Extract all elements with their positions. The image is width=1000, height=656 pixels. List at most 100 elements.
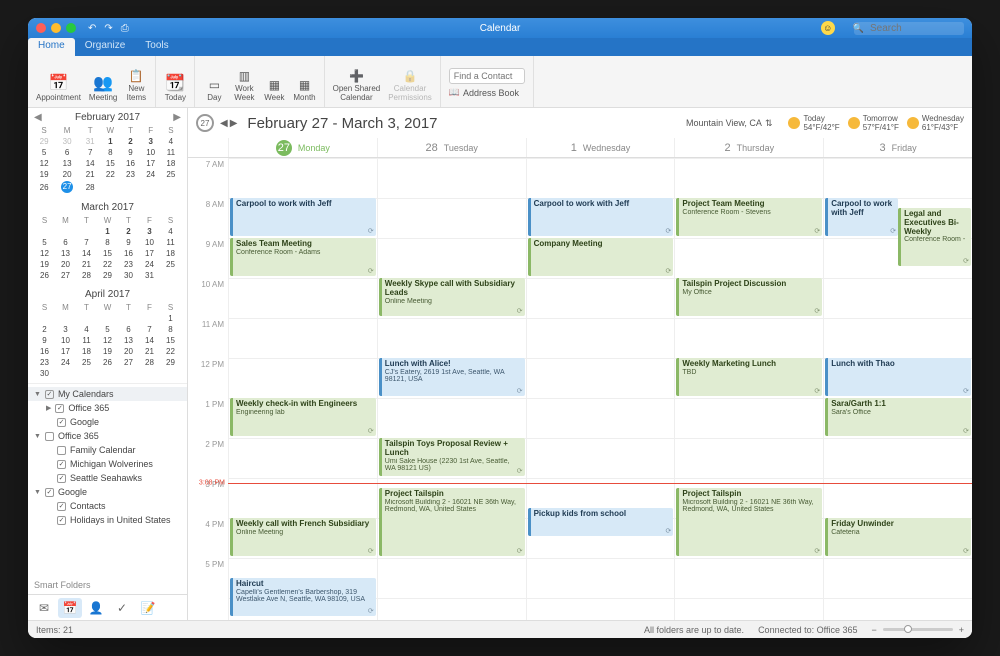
checkbox[interactable]: ✓ <box>55 404 64 413</box>
weather-strip: Today54°F/42°F Tomorrow57°F/41°F Wednesday… <box>788 114 964 132</box>
calendar-item[interactable]: ▶✓Office 365 <box>28 401 187 415</box>
mini-calendar[interactable]: April 2017SMTWTFS12345678910111213141516… <box>28 285 187 383</box>
search-input[interactable] <box>854 22 964 35</box>
calendar-event[interactable]: Carpool to work with Jeff⟳ <box>528 198 674 236</box>
minimize-window-button[interactable] <box>51 23 61 33</box>
calendar-event[interactable]: Project Team MeetingConference Room - St… <box>676 198 822 236</box>
weather-day[interactable]: Today54°F/42°F <box>788 114 839 132</box>
day-header[interactable]: 1Wednesday <box>526 138 675 157</box>
day-header[interactable]: 27Monday <box>228 138 377 157</box>
calendar-item[interactable]: ✓Holidays in United States <box>28 513 187 527</box>
day-column[interactable]: Project Team MeetingConference Room - St… <box>674 158 823 620</box>
weather-day[interactable]: Tomorrow57°F/41°F <box>848 114 899 132</box>
tab-home[interactable]: Home <box>28 38 75 56</box>
next-week-button[interactable]: ▶ <box>230 118 238 129</box>
next-month-button[interactable]: ▶ <box>173 112 181 123</box>
redo-icon[interactable]: ↷ <box>104 23 112 34</box>
calendar-event[interactable]: Weekly Marketing LunchTBD⟳ <box>676 358 822 396</box>
prev-month-button[interactable]: ◀ <box>34 112 42 123</box>
calendar-event[interactable]: Carpool to work with Jeff⟳ <box>230 198 376 236</box>
calendar-event[interactable]: Tailspin Project DiscussionMy Office⟳ <box>676 278 822 316</box>
day-header[interactable]: 3Friday <box>823 138 972 157</box>
calendar-item[interactable]: ✓Seattle Seahawks <box>28 471 187 485</box>
calendar-event[interactable]: Project TailspinMicrosoft Building 2 - 1… <box>379 488 525 556</box>
calendar-event[interactable]: Legal and Executives Bi-WeeklyConference… <box>898 208 971 266</box>
mail-nav-button[interactable]: ✉ <box>32 598 56 618</box>
calendar-item[interactable]: ✓Michigan Wolverines <box>28 457 187 471</box>
calendar-event[interactable]: Project TailspinMicrosoft Building 2 - 1… <box>676 488 822 556</box>
sync-status: All folders are up to date. <box>644 625 744 635</box>
ribbon-tabs: HomeOrganizeTools <box>28 38 972 56</box>
today-button[interactable]: 📆Today <box>160 73 190 105</box>
work-week-view-button[interactable]: ▥Work Week <box>229 68 259 105</box>
go-to-today-button[interactable]: 27 <box>196 114 214 132</box>
address-book-button[interactable]: 📖Address Book <box>449 86 519 99</box>
print-icon[interactable]: ⎙ <box>121 23 129 34</box>
tab-tools[interactable]: Tools <box>135 38 178 56</box>
calendar-event[interactable]: HaircutCapelli's Gentlemen's Barbershop,… <box>230 578 376 616</box>
calendar-event[interactable]: Pickup kids from school⟳ <box>528 508 674 536</box>
calendar-item[interactable]: Family Calendar <box>28 443 187 457</box>
month-view-button[interactable]: ▦Month <box>289 77 319 105</box>
people-nav-button[interactable]: 👤 <box>84 598 108 618</box>
day-header[interactable]: 28Tuesday <box>377 138 526 157</box>
checkbox[interactable]: ✓ <box>57 418 66 427</box>
calendar-group-header[interactable]: ▼✓My Calendars <box>28 387 187 401</box>
hour-label: 10 AM <box>188 278 224 318</box>
new-items-button[interactable]: 📋New Items <box>121 68 151 105</box>
feedback-smiley-icon[interactable]: ☺ <box>821 21 835 35</box>
day-column[interactable]: Carpool to work with Jeff⟳Sales Team Mee… <box>228 158 377 620</box>
calendar-group-header[interactable]: ▼Office 365 <box>28 429 187 443</box>
calendar-item[interactable]: ✓Google <box>28 415 187 429</box>
meeting-button[interactable]: 👥Meeting <box>85 73 121 105</box>
zoom-in-icon[interactable]: + <box>959 625 964 635</box>
day-column[interactable]: Weekly Skype call with Subsidiary LeadsO… <box>377 158 526 620</box>
checkbox[interactable] <box>45 432 54 441</box>
checkbox[interactable]: ✓ <box>45 488 54 497</box>
mini-calendar-title: March 2017 <box>81 202 134 213</box>
calendar-event[interactable]: Lunch with Thao⟳ <box>825 358 971 396</box>
calendar-event[interactable]: Weekly call with French SubsidiaryOnline… <box>230 518 376 556</box>
weather-day[interactable]: Wednesday61°F/43°F <box>907 114 964 132</box>
checkbox[interactable]: ✓ <box>57 516 66 525</box>
day-view-button[interactable]: ▭Day <box>199 77 229 105</box>
calendar-event[interactable]: Carpool to work with Jeff⟳ <box>825 198 898 236</box>
mini-calendar[interactable]: March 2017SMTWTFS12345678910111213141516… <box>28 198 187 285</box>
day-column[interactable]: Carpool to work with Jeff⟳Legal and Exec… <box>823 158 972 620</box>
calendar-item[interactable]: ✓Contacts <box>28 499 187 513</box>
calendar-grid[interactable]: 7 AM8 AM9 AM10 AM11 AM12 PM1 PM2 PM3 PM4… <box>188 158 972 620</box>
appointment-button[interactable]: 📅Appointment <box>32 73 85 105</box>
calendar-event[interactable]: Lunch with Alice!CJ's Eatery, 2619 1st A… <box>379 358 525 396</box>
calendar-event[interactable]: Weekly Skype call with Subsidiary LeadsO… <box>379 278 525 316</box>
checkbox[interactable] <box>57 446 66 455</box>
calendar-event[interactable]: Friday UnwinderCafeteria⟳ <box>825 518 971 556</box>
tab-organize[interactable]: Organize <box>75 38 136 56</box>
checkbox[interactable]: ✓ <box>57 474 66 483</box>
calendar-event[interactable]: Sales Team MeetingConference Room - Adam… <box>230 238 376 276</box>
undo-icon[interactable]: ↶ <box>88 23 96 34</box>
zoom-out-icon[interactable]: − <box>871 625 876 635</box>
checkbox[interactable]: ✓ <box>57 502 66 511</box>
checkbox[interactable]: ✓ <box>57 460 66 469</box>
notes-nav-button[interactable]: 📝 <box>136 598 160 618</box>
calendar-event[interactable]: Weekly check-in with EngineersEngineerin… <box>230 398 376 436</box>
close-window-button[interactable] <box>36 23 46 33</box>
calendar-event[interactable]: Sara/Garth 1:1Sara's Office⟳ <box>825 398 971 436</box>
zoom-window-button[interactable] <box>66 23 76 33</box>
weather-location[interactable]: Mountain View, CA⇅ <box>686 118 772 129</box>
open-shared-calendar-button[interactable]: ➕Open Shared Calendar <box>329 68 385 105</box>
calendar-group-header[interactable]: ▼✓Google <box>28 485 187 499</box>
tasks-nav-button[interactable]: ✓ <box>110 598 134 618</box>
calendar-nav-button[interactable]: 📅 <box>58 598 82 618</box>
find-contact-input[interactable] <box>449 68 525 84</box>
calendar-event[interactable]: Company Meeting⟳ <box>528 238 674 276</box>
smart-folders-label[interactable]: Smart Folders <box>28 576 187 594</box>
prev-week-button[interactable]: ◀ <box>220 118 228 129</box>
calendar-event[interactable]: Tailspin Toys Proposal Review + LunchUmi… <box>379 438 525 476</box>
mini-calendar[interactable]: ◀February 2017▶SMTWTFS293031123456789101… <box>28 108 187 198</box>
day-header[interactable]: 2Thursday <box>674 138 823 157</box>
day-column[interactable]: Carpool to work with Jeff⟳Company Meetin… <box>526 158 675 620</box>
week-view-button[interactable]: ▦Week <box>259 77 289 105</box>
zoom-slider[interactable]: − + <box>871 625 964 635</box>
checkbox[interactable]: ✓ <box>45 390 54 399</box>
